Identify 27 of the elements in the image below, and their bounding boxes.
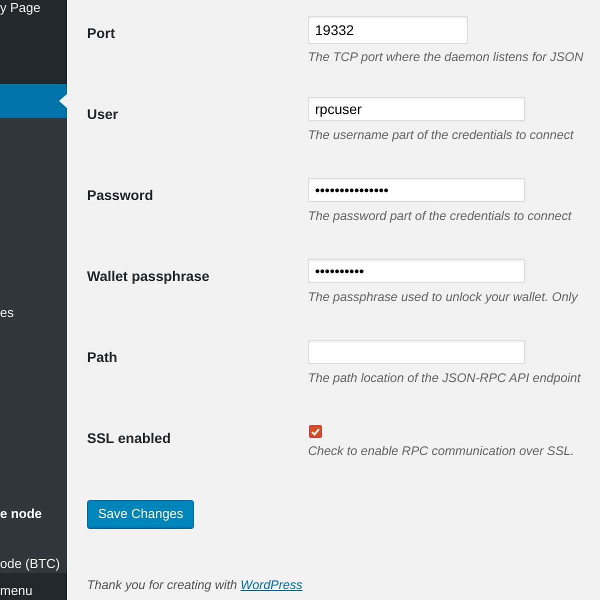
menu-item[interactable]: es	[0, 302, 67, 322]
footer-text: Thank you for creating with WordPress	[87, 576, 304, 594]
menu-item[interactable]	[0, 84, 67, 118]
field-description: The path location of the JSON-RPC API endpoint	[308, 370, 582, 387]
input-field[interactable]: 19332	[308, 16, 468, 44]
menu-item[interactable]: e node	[0, 504, 67, 524]
field-description: The passphrase used to unlock your wallet. Only	[308, 289, 579, 306]
collapse-menu-button[interactable]: menu	[0, 573, 67, 600]
field-label: User	[87, 105, 120, 124]
field-label: SSL enabled	[87, 429, 172, 448]
field-description: The TCP port where the daemon listens for JSON	[308, 49, 584, 66]
menu-item[interactable]: ode (BTC)	[0, 554, 67, 573]
save-button[interactable]: Save Changes	[87, 500, 194, 528]
pointer-icon	[59, 94, 67, 108]
input-field[interactable]: rpcuser	[308, 97, 525, 121]
input-field[interactable]: •••••••••••••••	[308, 178, 525, 202]
field-label: Wallet passphrase	[87, 267, 210, 286]
field-label: Password	[87, 186, 154, 205]
footer-link[interactable]: WordPress	[240, 578, 302, 592]
field-label: Path	[87, 348, 118, 367]
field-label: Port	[87, 24, 116, 43]
input-field[interactable]: ••••••••••	[308, 259, 525, 283]
field-description: Check to enable RPC communication over SSL.	[308, 443, 576, 460]
field-description: The password part of the credentials to connect	[308, 208, 573, 225]
field-description: The username part of the credentials to connect	[308, 127, 575, 144]
checkbox[interactable]	[309, 425, 322, 438]
input-field[interactable]	[308, 340, 525, 364]
